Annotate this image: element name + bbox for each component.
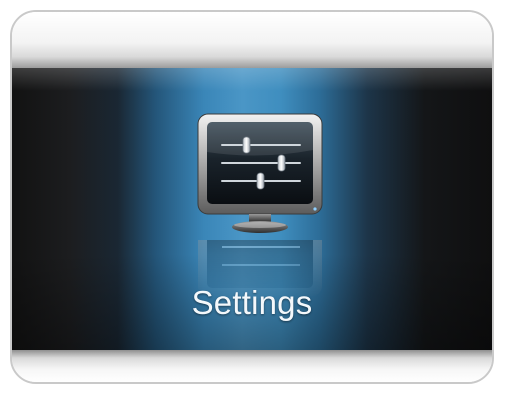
bottom-bezel bbox=[12, 350, 492, 382]
settings-monitor-sliders-icon[interactable] bbox=[186, 110, 334, 238]
top-bezel bbox=[12, 12, 492, 68]
settings-label[interactable]: Settings bbox=[12, 284, 492, 322]
device-screen-frame: Settings bbox=[10, 10, 494, 384]
